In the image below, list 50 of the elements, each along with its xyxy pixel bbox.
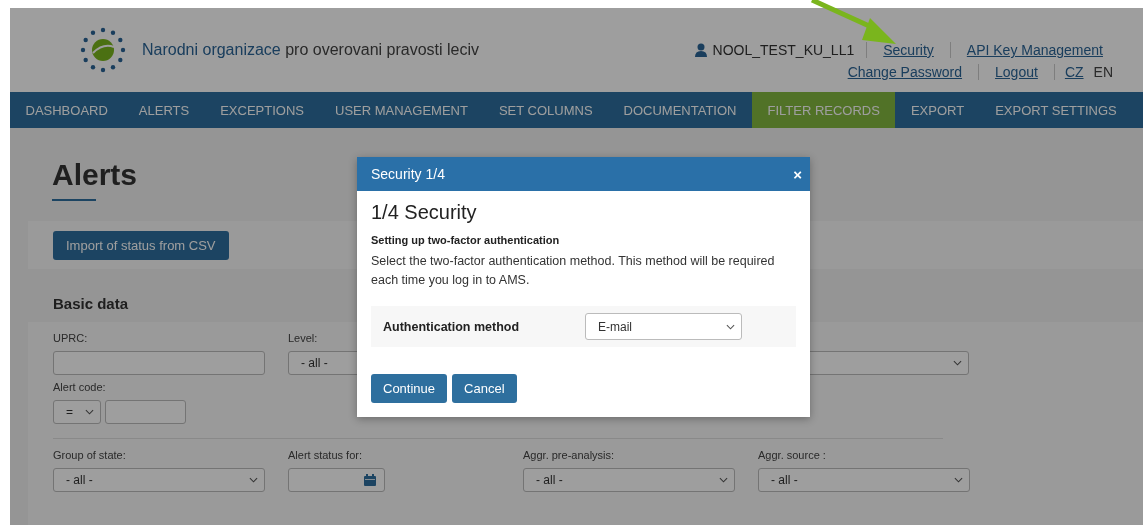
select-field[interactable]: = (53, 400, 101, 424)
section-title: Basic data (53, 295, 129, 312)
select-field[interactable]: - all - (523, 468, 735, 492)
field-label: Aggr. pre-analysis: (523, 449, 616, 463)
logo-icon (78, 25, 128, 75)
site-title: Narodni organizace pro overovani pravosti leciv (142, 41, 480, 59)
chevron-icon (953, 360, 962, 366)
nav-item[interactable]: ALERTS (123, 92, 205, 128)
dialog-button[interactable]: Cancel (452, 374, 517, 403)
nav-item[interactable]: USER MANAGEMENT (319, 92, 484, 128)
chevron-icon (249, 477, 258, 483)
language-link[interactable]: EN (1083, 64, 1113, 80)
field-label: UPRC: (53, 332, 89, 346)
page-title: Alerts (52, 158, 138, 191)
import-button[interactable]: Import of status from CSV (53, 230, 229, 260)
nav-item[interactable]: EXPORT (895, 92, 980, 128)
chevron-icon (85, 409, 94, 415)
select-field[interactable]: - all - (758, 468, 970, 492)
dialog-heading: 1/4 Security (371, 201, 478, 224)
header-link[interactable]: Change Password (831, 64, 980, 80)
nav-item[interactable]: DOCUMENTATION (608, 92, 752, 128)
input-field[interactable] (53, 351, 265, 375)
dialog-title: Security 1/4 (371, 166, 445, 182)
nav-item[interactable]: EXPORT SETTINGS (979, 92, 1133, 128)
dialog-text: Select the two-factor authentication method. This method will be required each time you log in to AMS. (371, 253, 776, 289)
input-field[interactable] (105, 400, 186, 424)
header-link[interactable]: Logout (979, 64, 1055, 80)
field-label: Authentication method (383, 319, 521, 334)
dialog-subheading: Setting up two-factor authentication (371, 234, 561, 246)
dialog-button[interactable]: Continue (371, 374, 448, 403)
method-select[interactable]: E-mail (585, 313, 742, 340)
language-link[interactable]: CZ (1054, 64, 1084, 80)
field-label: Alert code: (53, 381, 107, 395)
nav-item[interactable]: DASHBOARD (10, 92, 124, 128)
nav-item[interactable]: EXCEPTIONS (204, 92, 320, 128)
field-label: Level: (288, 332, 319, 346)
field-label: Alert status for: (288, 449, 363, 463)
username: NOOL_TEST_KU_LL1 (712, 42, 855, 58)
chevron-icon (954, 477, 963, 483)
header-link[interactable]: API Key Management (950, 42, 1113, 58)
date-field[interactable] (288, 468, 385, 492)
chevron-icon (719, 477, 728, 483)
nav-item[interactable]: SET COLUMNS (483, 92, 609, 128)
field-label: Aggr. source : (758, 449, 827, 463)
close-button[interactable]: × (793, 165, 802, 183)
user-icon (694, 43, 707, 57)
field-label: Group of state: (53, 449, 127, 463)
chevron-icon (726, 323, 735, 330)
select-field[interactable]: - all - (53, 468, 265, 492)
calendar-icon (364, 474, 376, 486)
